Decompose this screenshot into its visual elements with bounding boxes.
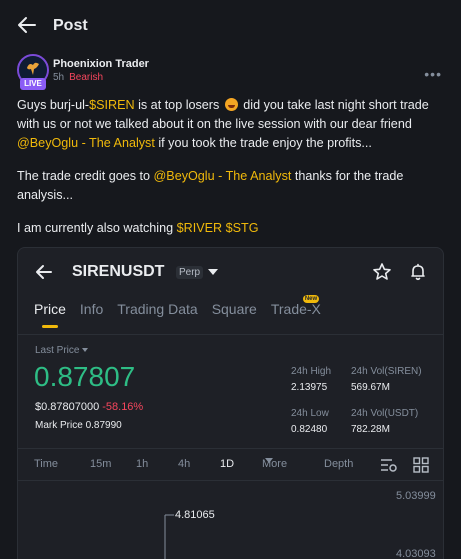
chevron-down-icon[interactable] bbox=[208, 269, 218, 275]
mention-link[interactable]: @BeyOglu - The Analyst bbox=[17, 136, 155, 150]
post-text: is at top losers bbox=[134, 98, 223, 112]
tab-price[interactable]: Price bbox=[34, 301, 66, 331]
grid-layout-icon[interactable] bbox=[413, 457, 429, 473]
tf-time[interactable]: Time bbox=[34, 458, 58, 470]
usd-price-row: $0.87807000 -58.16% bbox=[35, 401, 143, 413]
price-change: -58.16% bbox=[102, 401, 144, 413]
mark-price: 0.87990 bbox=[85, 420, 122, 431]
post-text: The trade credit goes to bbox=[17, 169, 154, 183]
tf-1d[interactable]: 1D bbox=[220, 458, 234, 470]
card-tabs: Price Info Trading Data Square Trade-X Ne… bbox=[34, 295, 335, 331]
stat-label: 24h Low bbox=[291, 408, 329, 419]
timeframe-bar: Time 15m 1h 4h 1D More Depth bbox=[34, 458, 434, 474]
tf-15m[interactable]: 15m bbox=[90, 458, 111, 470]
post-text: if you took the trade enjoy the profits.… bbox=[154, 136, 372, 150]
high-marker-line bbox=[164, 514, 174, 559]
tab-label: Trade-X bbox=[270, 301, 321, 317]
post-meta: 5h Bearish bbox=[53, 72, 103, 83]
post-paragraph-1: Guys burj-ul-$SIREN is at top losers did… bbox=[17, 96, 447, 153]
stat-label: 24h Vol(SIREN) bbox=[351, 366, 422, 377]
top-bar: Post bbox=[0, 0, 461, 52]
sentiment-tag: Bearish bbox=[69, 72, 104, 83]
price-chart[interactable]: 5.03999 4.03093 4.81065 bbox=[18, 480, 443, 559]
stat-value: 2.13975 bbox=[291, 382, 328, 393]
stat-24h-low: 24h Low 0.82480 bbox=[291, 407, 329, 436]
laughing-emoji-icon bbox=[224, 98, 238, 111]
stat-value: 0.82480 bbox=[291, 424, 328, 435]
stat-24h-vol-siren: 24h Vol(SIREN) 569.67M bbox=[351, 365, 422, 394]
mark-price-row: Mark Price 0.87990 bbox=[35, 420, 122, 431]
arrow-left-icon[interactable] bbox=[34, 262, 54, 282]
tf-4h[interactable]: 4h bbox=[178, 458, 190, 470]
stat-value: 782.28M bbox=[351, 424, 390, 435]
card-header: SIRENUSDT Perp bbox=[18, 258, 443, 288]
stat-label: 24h High bbox=[291, 366, 332, 377]
caret-down-icon bbox=[265, 458, 273, 463]
last-price-label[interactable]: Last Price bbox=[35, 345, 89, 356]
arrow-left-icon[interactable] bbox=[16, 14, 38, 36]
post-paragraph-3: I am currently also watching $RIVER $STG bbox=[17, 219, 447, 238]
page-title: Post bbox=[53, 17, 88, 34]
stat-value: 569.67M bbox=[351, 382, 390, 393]
contract-badge: Perp bbox=[176, 266, 204, 279]
star-icon[interactable] bbox=[372, 262, 392, 282]
ticker-link[interactable]: $STG bbox=[226, 221, 259, 235]
divider bbox=[18, 448, 443, 449]
tab-trading-data[interactable]: Trading Data bbox=[117, 301, 197, 331]
tab-info[interactable]: Info bbox=[80, 301, 103, 331]
chart-settings-icon[interactable] bbox=[380, 457, 398, 473]
divider bbox=[18, 334, 443, 335]
tab-square[interactable]: Square bbox=[212, 301, 257, 331]
stat-label: 24h Vol(USDT) bbox=[351, 408, 419, 419]
tf-depth[interactable]: Depth bbox=[324, 458, 353, 470]
stat-24h-vol-usdt: 24h Vol(USDT) 782.28M bbox=[351, 407, 418, 436]
more-dots-icon[interactable]: ••• bbox=[424, 66, 442, 82]
mark-price-label: Mark Price bbox=[35, 420, 83, 431]
market-card[interactable]: SIRENUSDT Perp Price Info Trading Data S… bbox=[17, 247, 444, 559]
caret-down-icon bbox=[82, 348, 89, 352]
post-time: 5h bbox=[53, 72, 65, 83]
ticker-link[interactable]: $RIVER bbox=[177, 221, 223, 235]
bell-icon[interactable] bbox=[408, 262, 428, 282]
tab-trade-x[interactable]: Trade-X New bbox=[270, 295, 321, 331]
new-badge: New bbox=[302, 295, 320, 303]
live-badge: LIVE bbox=[20, 78, 46, 90]
mention-link[interactable]: @BeyOglu - The Analyst bbox=[154, 169, 292, 183]
usd-price: $0.87807000 bbox=[35, 401, 100, 413]
post-paragraph-2: The trade credit goes to @BeyOglu - The … bbox=[17, 167, 447, 205]
label-text: Last Price bbox=[35, 345, 80, 356]
stat-24h-high: 24h High 2.13975 bbox=[291, 365, 331, 394]
post-text: I am currently also watching bbox=[17, 221, 177, 235]
pair-symbol[interactable]: SIRENUSDT bbox=[72, 263, 164, 281]
last-price: 0.87807 bbox=[34, 361, 136, 392]
tf-1h[interactable]: 1h bbox=[136, 458, 148, 470]
post-author[interactable]: LIVE Phoenixion Trader 5h Bearish ••• bbox=[17, 54, 447, 90]
author-name[interactable]: Phoenixion Trader bbox=[53, 58, 149, 70]
post-text: Guys burj-ul- bbox=[17, 98, 90, 112]
ticker-link[interactable]: $SIREN bbox=[89, 98, 135, 112]
high-price-marker: 4.81065 bbox=[175, 509, 215, 521]
